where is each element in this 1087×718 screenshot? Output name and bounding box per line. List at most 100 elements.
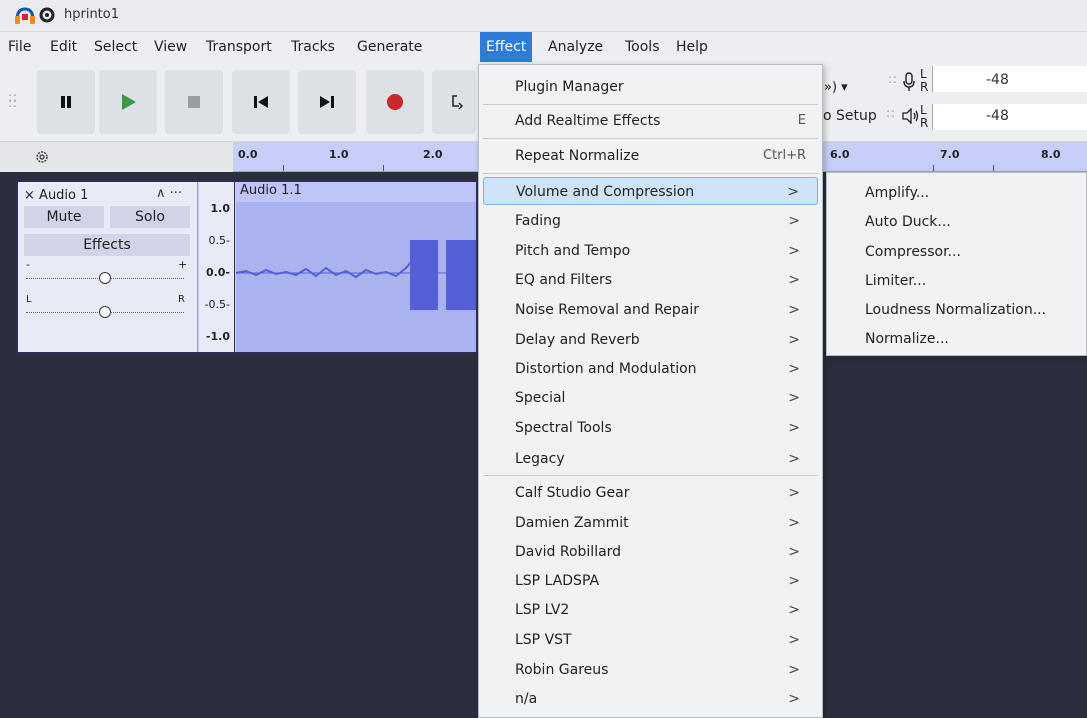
menu-item-distortion-and-modulation[interactable]: Distortion and Modulation >: [483, 355, 818, 383]
menu-item-noise-removal-and-repair[interactable]: Noise Removal and Repair >: [483, 296, 818, 324]
submenu-item-limiter[interactable]: Limiter...: [827, 267, 1086, 295]
playback-meter[interactable]: [932, 104, 1087, 130]
menu-item-lsp-lv2[interactable]: LSP LV2 >: [483, 596, 818, 624]
menu-view[interactable]: View: [148, 32, 193, 62]
record-icon: [387, 94, 403, 110]
submenu-arrow-icon: >: [788, 332, 800, 348]
submenu-item-normalize[interactable]: Normalize...: [827, 325, 1086, 353]
recording-meter[interactable]: [932, 66, 1087, 92]
track-menu-icon[interactable]: ∧ ···: [156, 186, 182, 201]
menu-item-calf-studio-gear[interactable]: Calf Studio Gear >: [483, 479, 818, 507]
submenu-item-amplify[interactable]: Amplify...: [827, 179, 1086, 207]
rec-meter-channels: LR: [920, 67, 929, 94]
menu-item-pitch-and-tempo[interactable]: Pitch and Tempo >: [483, 237, 818, 265]
play-meter-grip-icon[interactable]: ::: [886, 107, 896, 119]
submenu-arrow-icon: >: [788, 573, 800, 589]
timeline-settings-gear-icon[interactable]: [34, 149, 50, 165]
submenu-item-compressor[interactable]: Compressor...: [827, 238, 1086, 266]
record-button[interactable]: [366, 70, 424, 134]
skip-to-start-button[interactable]: [232, 70, 290, 134]
menu-item-damien-zammit[interactable]: Damien Zammit >: [483, 509, 818, 537]
ruler-tick-label: 1.0: [329, 148, 349, 161]
stop-icon: [188, 96, 200, 108]
menu-item-n-a[interactable]: n/a >: [483, 685, 818, 713]
microphone-icon[interactable]: [902, 72, 916, 92]
pause-icon: [61, 96, 71, 108]
menu-item-lsp-vst[interactable]: LSP VST >: [483, 626, 818, 654]
ruler-tick: [283, 165, 284, 171]
audio-track[interactable]: × Audio 1 ∧ ··· Mute Solo Effects - + L …: [16, 180, 478, 354]
audacity-logo-icon: [15, 7, 35, 24]
window-menu-icon[interactable]: [38, 6, 56, 24]
menu-item-eq-and-filters[interactable]: EQ and Filters >: [483, 266, 818, 294]
waveform: [235, 240, 476, 310]
menu-file[interactable]: File: [2, 32, 37, 62]
skip-start-icon: [254, 96, 268, 108]
scale-label: 0.5-: [208, 234, 230, 247]
ruler-tick: [383, 165, 384, 171]
gain-plus-label: +: [178, 258, 188, 271]
track-name[interactable]: × Audio 1: [24, 188, 88, 203]
amplitude-scale[interactable]: 1.0 0.5- 0.0- -0.5- -1.0: [199, 182, 235, 352]
menu-item-robin-gareus[interactable]: Robin Gareus >: [483, 656, 818, 684]
menu-tracks[interactable]: Tracks: [285, 32, 341, 62]
menu-item-david-robillard[interactable]: David Robillard >: [483, 538, 818, 566]
loop-button[interactable]: [432, 70, 476, 134]
submenu-arrow-icon: >: [788, 302, 800, 318]
pan-left-label: L: [26, 294, 32, 305]
menu-separator: [483, 173, 818, 174]
ruler-tick-label: 6.0: [830, 148, 850, 161]
title-bar: hprinto1: [0, 0, 1087, 32]
submenu-arrow-icon: >: [788, 361, 800, 377]
menu-item-plugin-manager[interactable]: Plugin Manager: [483, 73, 818, 101]
shortcut-label: Ctrl+R: [762, 148, 806, 163]
menu-select[interactable]: Select: [88, 32, 143, 62]
stop-button[interactable]: [165, 70, 223, 134]
submenu-arrow-icon: >: [788, 691, 800, 707]
toolbar-grip-icon[interactable]: ::::: [8, 91, 18, 109]
track-control-panel: × Audio 1 ∧ ··· Mute Solo Effects - + L …: [18, 182, 198, 352]
audio-host-dropdown[interactable]: ») ▾: [824, 80, 848, 95]
shortcut-label: E: [797, 113, 806, 128]
menu-help[interactable]: Help: [670, 32, 714, 62]
waveform-area[interactable]: [235, 202, 476, 352]
pan-slider[interactable]: [99, 306, 111, 318]
solo-button[interactable]: Solo: [110, 206, 190, 228]
play-icon: [122, 94, 136, 110]
gain-slider[interactable]: [99, 272, 111, 284]
speaker-icon[interactable]: [902, 108, 920, 124]
menu-edit[interactable]: Edit: [44, 32, 83, 62]
effects-button[interactable]: Effects: [24, 234, 190, 256]
menu-analyze[interactable]: Analyze: [542, 32, 609, 62]
ruler-tick: [933, 165, 934, 171]
menu-item-delay-and-reverb[interactable]: Delay and Reverb >: [483, 326, 818, 354]
menu-item-add-realtime-effects[interactable]: Add Realtime Effects E: [483, 107, 818, 135]
menu-item-fading[interactable]: Fading >: [483, 207, 818, 235]
submenu-arrow-icon: >: [788, 485, 800, 501]
ruler-tick-label: 8.0: [1041, 148, 1061, 161]
mute-button[interactable]: Mute: [24, 206, 104, 228]
menu-item-repeat-normalize[interactable]: Repeat Normalize Ctrl+R: [483, 142, 818, 170]
menu-item-lsp-ladspa[interactable]: LSP LADSPA >: [483, 567, 818, 595]
skip-to-end-button[interactable]: [298, 70, 356, 134]
window-title: hprinto1: [64, 7, 120, 22]
pause-button[interactable]: [37, 70, 95, 134]
menu-item-volume-and-compression[interactable]: Volume and Compression >: [483, 177, 818, 205]
audio-setup-button[interactable]: o Setup: [823, 108, 877, 124]
track-close-icon[interactable]: ×: [24, 188, 35, 203]
menu-item-legacy[interactable]: Legacy >: [483, 445, 818, 473]
clip-name[interactable]: Audio 1.1: [236, 182, 476, 202]
menu-item-special[interactable]: Special >: [483, 384, 818, 412]
loop-icon: [452, 95, 464, 110]
menu-effect[interactable]: Effect: [480, 32, 533, 62]
submenu-item-loudness-normalization[interactable]: Loudness Normalization...: [827, 296, 1086, 324]
menu-item-spectral-tools[interactable]: Spectral Tools >: [483, 414, 818, 442]
meter-grip-icon[interactable]: ::: [888, 73, 898, 85]
play-button[interactable]: [99, 70, 157, 134]
menu-transport[interactable]: Transport: [200, 32, 278, 62]
menu-generate[interactable]: Generate: [351, 32, 428, 62]
menu-tools[interactable]: Tools: [619, 32, 666, 62]
submenu-arrow-icon: >: [788, 390, 800, 406]
recording-meter-value: -48: [986, 72, 1009, 88]
submenu-item-auto-duck[interactable]: Auto Duck...: [827, 208, 1086, 236]
